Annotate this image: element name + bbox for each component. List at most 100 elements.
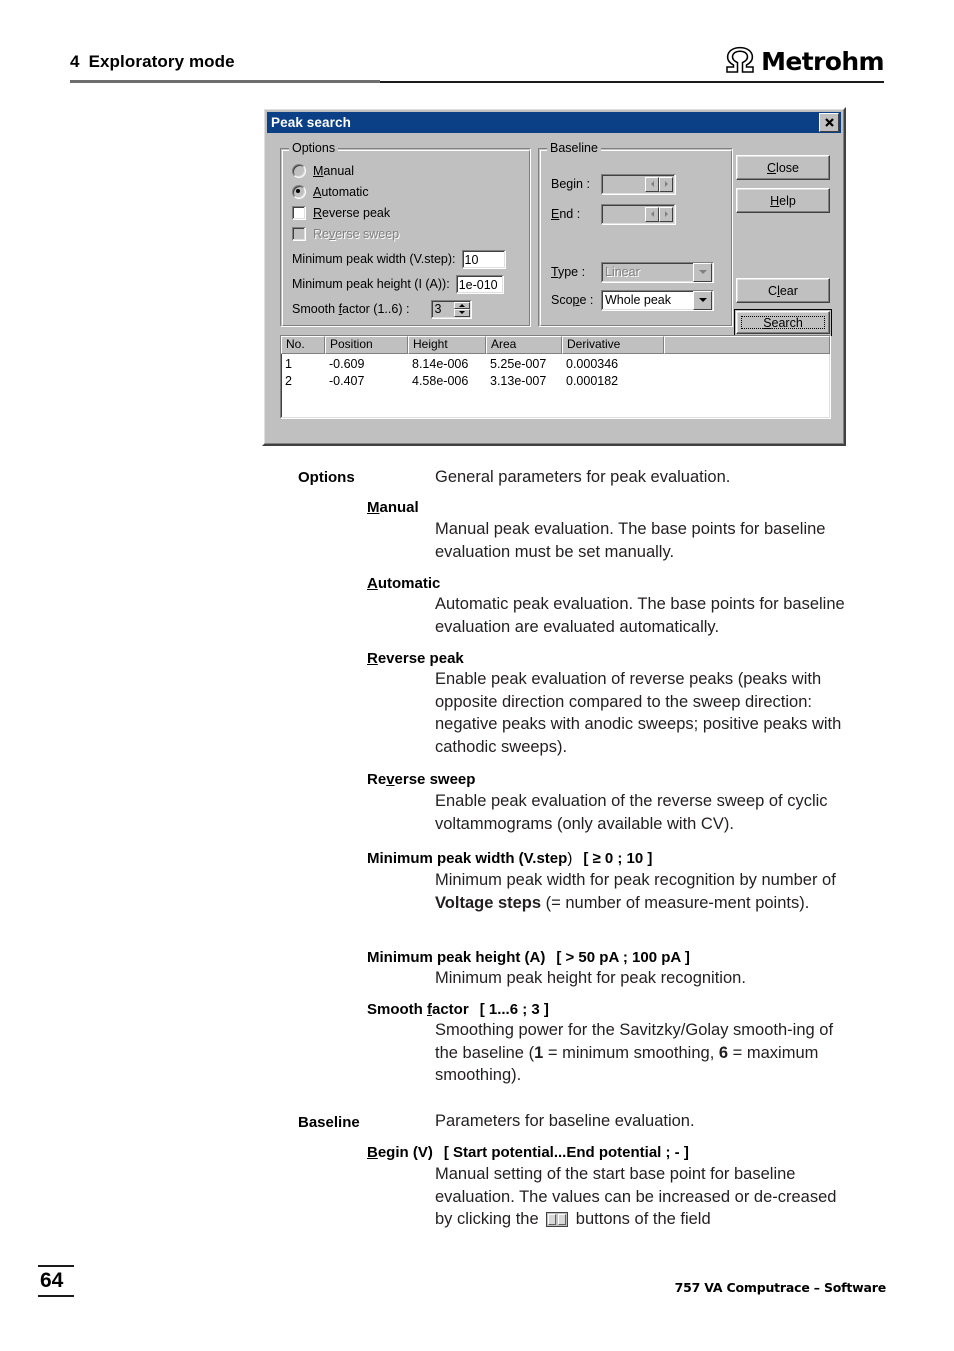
field-smooth-factor: Smooth factor (1..6) : 3 (292, 299, 518, 319)
radio-manual-label: Manual (313, 164, 355, 178)
page-number-rule-bottom (38, 1295, 74, 1297)
horizontal-spin-buttons-icon (546, 1212, 569, 1228)
help-button[interactable]: Help (736, 188, 830, 213)
baseline-end-increment-icon[interactable] (659, 206, 673, 222)
brand-name: Metrohm (761, 47, 885, 76)
baseline-begin-label: Begin : (551, 177, 590, 191)
close-x-glyph (824, 118, 834, 127)
header-rule-right (380, 81, 884, 83)
radio-manual[interactable]: Manual (292, 163, 354, 179)
field-baseline-type: Type : Linear (551, 261, 714, 283)
desc-reverse-peak: Enable peak evaluation of reverse peaks … (435, 670, 842, 756)
peak-results-header-row: No. Position Height Area Derivative (281, 336, 830, 354)
baseline-type-label: Type : (551, 265, 586, 279)
cell-no: 1 (285, 357, 292, 371)
desc-baseline: Parameters for baseline evaluation. (435, 1112, 695, 1130)
column-header-no[interactable]: No. (281, 336, 325, 354)
cell-height: 4.58e-006 (412, 374, 469, 388)
term-baseline: Baseline (298, 1114, 360, 1131)
dialog-titlebar: Peak search (267, 112, 841, 133)
baseline-group-label: Baseline (547, 141, 601, 155)
term-reverse-sweep: Reverse sweep (367, 771, 476, 788)
baseline-end-decrement-icon[interactable] (645, 206, 659, 222)
desc-automatic: Automatic peak evaluation. The base poin… (435, 595, 845, 636)
baseline-begin-increment-icon[interactable] (659, 176, 673, 192)
table-row[interactable]: 1 -0.609 8.14e-006 5.25e-007 0.000346 (281, 356, 830, 373)
close-button[interactable]: Close (736, 155, 830, 180)
close-icon[interactable] (819, 113, 839, 132)
baseline-type-value: Linear (605, 265, 640, 279)
dialog-title: Peak search (271, 115, 351, 130)
desc-manual: Manual peak evaluation. The base points … (435, 520, 826, 561)
radio-automatic-label: Automatic (313, 185, 369, 199)
column-header-position[interactable]: Position (325, 336, 408, 354)
table-row[interactable]: 2 -0.407 4.58e-006 3.13e-007 0.000182 (281, 373, 830, 390)
term-options: Options (298, 469, 355, 486)
cell-derivative: 0.000182 (566, 374, 619, 388)
chapter-number: 4 (70, 52, 80, 71)
search-button-surface: Search (736, 311, 830, 334)
smooth-factor-value: 3 (434, 301, 442, 316)
peak-results-listview[interactable]: No. Position Height Area Derivative 1 -0… (280, 335, 831, 419)
radio-automatic[interactable]: Automatic (292, 184, 369, 200)
baseline-type-select: Linear (601, 261, 714, 283)
page-number: 64 (40, 1269, 64, 1292)
column-header-filler[interactable] (664, 336, 830, 354)
omega-logo-icon (726, 46, 754, 73)
radio-manual-indicator (292, 164, 306, 178)
radio-automatic-indicator (292, 185, 306, 199)
desc-minimum-peak-height: Minimum peak height for peak recognition… (435, 969, 746, 987)
chevron-down-icon (693, 262, 712, 282)
cell-derivative: 0.000346 (566, 357, 619, 371)
chevron-down-icon[interactable] (693, 290, 712, 310)
checkbox-reverse-sweep-indicator (292, 227, 306, 241)
column-header-area[interactable]: Area (486, 336, 562, 354)
page-number-block: 64 (38, 1265, 74, 1297)
header-rule-left (70, 80, 380, 83)
baseline-begin-input[interactable] (601, 173, 676, 195)
search-button-label: Search (763, 315, 803, 330)
smooth-factor-decrement-icon[interactable] (454, 309, 471, 317)
column-header-height[interactable]: Height (408, 336, 486, 354)
smooth-factor-label: Smooth factor (1..6) : (292, 302, 410, 316)
column-header-derivative[interactable]: Derivative (562, 336, 664, 354)
search-button[interactable]: Search (734, 309, 832, 336)
chapter-title-text: Exploratory mode (88, 52, 235, 71)
cell-area: 3.13e-007 (490, 374, 547, 388)
field-baseline-scope: Scope : Whole peak (551, 289, 714, 311)
minimum-peak-height-input[interactable]: 1e-010 (455, 274, 504, 294)
minimum-peak-height-label: Minimum peak height (I (A)): (292, 277, 450, 291)
field-minimum-peak-width: Minimum peak width (V.step): 10 (292, 249, 518, 269)
checkbox-reverse-sweep: Reverse sweep (292, 226, 399, 242)
term-minimum-peak-height: Minimum peak height (A)[ > 50 pA ; 100 p… (367, 949, 690, 966)
clear-button[interactable]: Clear (736, 278, 830, 303)
checkbox-reverse-peak-indicator (292, 206, 306, 220)
term-reverse-peak: Reverse peak (367, 650, 464, 667)
field-minimum-peak-height: Minimum peak height (I (A)): 1e-010 (292, 274, 518, 294)
options-group-label: Options (289, 141, 339, 155)
cell-position: -0.609 (329, 357, 365, 371)
baseline-begin-decrement-icon[interactable] (645, 176, 659, 192)
baseline-groupbox: Baseline Begin : End : Type: Linear Sco… (538, 141, 733, 327)
desc-minimum-peak-width: Minimum peak width for peak recognition … (435, 871, 836, 912)
page-header: 4 Exploratory mode Metrohm (70, 46, 885, 92)
cell-height: 8.14e-006 (412, 357, 469, 371)
desc-reverse-sweep: Enable peak evaluation of the reverse sw… (435, 792, 828, 833)
help-button-label: Help (770, 193, 796, 208)
checkbox-reverse-peak[interactable]: Reverse peak (292, 205, 390, 221)
minimum-peak-width-label: Minimum peak width (V.step): (292, 252, 456, 266)
baseline-scope-select[interactable]: Whole peak (601, 289, 714, 311)
cell-position: -0.407 (329, 374, 365, 388)
smooth-factor-increment-icon[interactable] (454, 301, 471, 309)
minimum-peak-width-input[interactable]: 10 (461, 249, 506, 269)
document-title-footer: 757 VA Computrace – Software (674, 1280, 887, 1295)
options-groupbox: Options Manual Automatic Reverse peak Re… (280, 141, 531, 327)
peak-search-dialog: Peak search Options Manual Automatic Rev… (262, 107, 846, 446)
smooth-factor-stepper[interactable]: 3 (431, 299, 473, 319)
checkbox-reverse-sweep-label: Reverse sweep (313, 227, 400, 241)
desc-smooth-factor: Smoothing power for the Savitzky/Golay s… (435, 1021, 834, 1085)
baseline-end-label: End : (551, 207, 581, 221)
baseline-scope-value: Whole peak (605, 293, 672, 307)
baseline-end-input[interactable] (601, 203, 676, 225)
term-manual: Manual (367, 499, 419, 516)
